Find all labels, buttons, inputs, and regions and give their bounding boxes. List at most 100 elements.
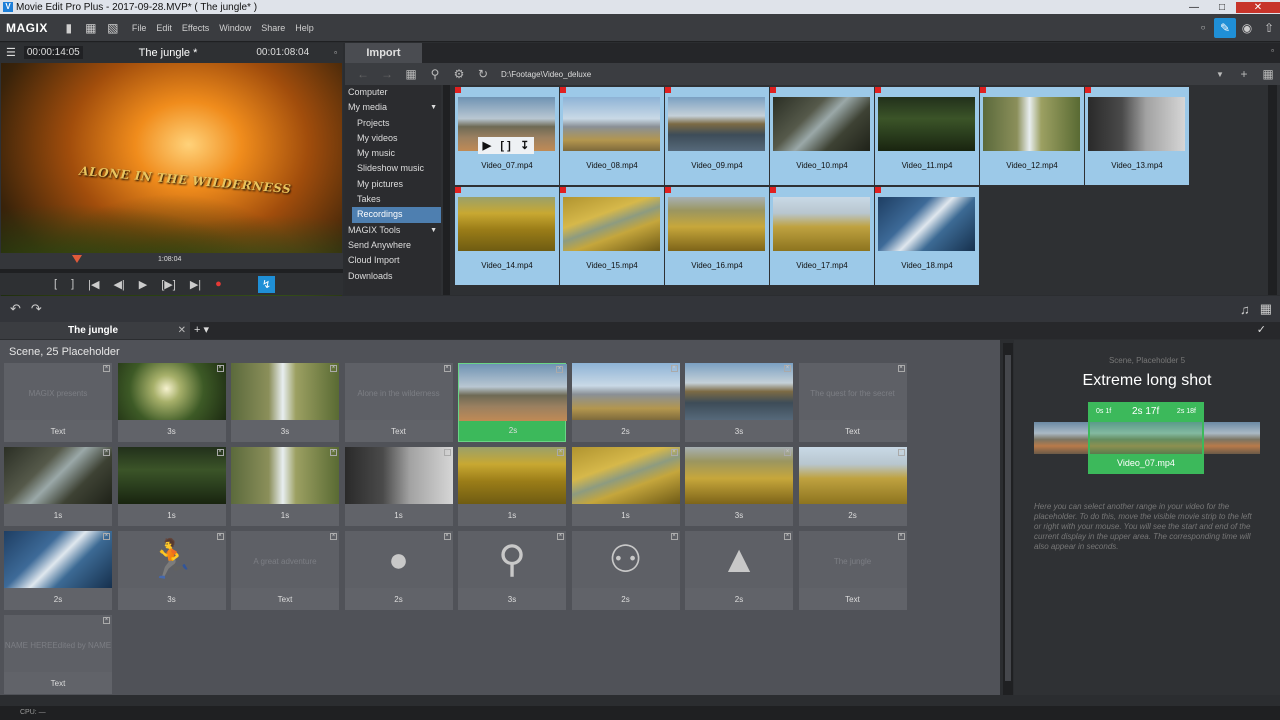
placeholder-card[interactable]: × 1s bbox=[4, 447, 112, 526]
range-icon[interactable]: [ ] bbox=[500, 140, 510, 152]
play-range-button[interactable]: [▶] bbox=[161, 278, 176, 291]
remove-icon[interactable]: × bbox=[216, 533, 224, 540]
back-icon[interactable]: ← bbox=[351, 67, 375, 81]
prev-marker-button[interactable]: |◀ bbox=[88, 278, 99, 291]
media-clip[interactable]: Video_07.mp4 ▶ [ ] ↧ bbox=[455, 87, 559, 185]
tree-item-my-music[interactable]: My music bbox=[345, 146, 441, 161]
tab-the-jungle[interactable]: The jungle ✕ bbox=[0, 322, 190, 339]
placeholder-card[interactable]: ⚲ × 3s bbox=[458, 531, 566, 610]
tree-item-my-media[interactable]: My media ▼ bbox=[345, 100, 441, 115]
folder-path[interactable]: D:\Footage\Video_deluxe bbox=[501, 70, 591, 79]
media-clip[interactable]: Video_15.mp4 bbox=[560, 187, 664, 285]
tree-item-projects[interactable]: Projects bbox=[345, 116, 441, 131]
placeholder-card[interactable]: × 2s bbox=[571, 363, 680, 442]
remove-icon[interactable]: × bbox=[897, 365, 905, 372]
record-button[interactable]: ● bbox=[215, 278, 222, 290]
tree-item-my-videos[interactable]: My videos bbox=[345, 131, 441, 146]
placeholder-card[interactable]: × 3s bbox=[685, 363, 793, 442]
close-tab-icon[interactable]: ✕ bbox=[178, 322, 186, 339]
placeholder-card[interactable]: × 2s bbox=[4, 531, 112, 610]
placeholder-card[interactable]: The jungle × Text bbox=[798, 531, 907, 610]
clip-thumbnail[interactable] bbox=[563, 197, 660, 251]
placeholder-card[interactable]: × 2s bbox=[458, 363, 567, 442]
menu-share[interactable]: Share bbox=[261, 23, 285, 33]
tree-item-my-pictures[interactable]: My pictures bbox=[345, 177, 441, 192]
mark-out-button[interactable]: ] bbox=[71, 278, 74, 290]
tree-item-magix-tools[interactable]: MAGIX Tools ▼ bbox=[345, 223, 441, 238]
clip-thumbnail[interactable] bbox=[1088, 97, 1185, 151]
remove-icon[interactable]: × bbox=[216, 449, 224, 456]
tree-item-cloud-import[interactable]: Cloud Import bbox=[345, 253, 441, 268]
forward-icon[interactable]: → bbox=[375, 67, 399, 81]
clip-hover-controls[interactable]: ▶ [ ] ↧ bbox=[478, 137, 534, 154]
playhead-marker[interactable] bbox=[72, 255, 82, 263]
remove-icon[interactable]: × bbox=[784, 365, 791, 372]
placeholder-card[interactable]: ⚇ × 2s bbox=[571, 531, 680, 610]
minimize-button[interactable]: — bbox=[1180, 2, 1208, 13]
placeholder-card[interactable]: × 1s bbox=[344, 447, 453, 526]
clip-thumbnail[interactable] bbox=[983, 97, 1080, 151]
tree-item-recordings[interactable]: Recordings bbox=[352, 207, 441, 223]
clip-thumbnail[interactable] bbox=[773, 197, 870, 251]
add-tab-icon[interactable]: + ▾ bbox=[194, 323, 209, 336]
remove-icon[interactable]: × bbox=[330, 533, 337, 540]
chevron-down-icon[interactable]: ▼ bbox=[430, 223, 437, 238]
media-clip[interactable]: Video_08.mp4 bbox=[560, 87, 664, 185]
media-clip[interactable]: Video_13.mp4 bbox=[1085, 87, 1189, 185]
tab-import[interactable]: Import bbox=[345, 43, 422, 63]
menu-icon[interactable]: ☰ bbox=[6, 46, 16, 59]
placeholder-card[interactable]: × 2s bbox=[798, 447, 907, 526]
clip-thumbnail[interactable] bbox=[668, 197, 765, 251]
grid-view-icon[interactable]: ▦ bbox=[1256, 67, 1280, 81]
remove-icon[interactable]: × bbox=[330, 365, 337, 372]
remove-icon[interactable]: × bbox=[103, 533, 110, 540]
play-button[interactable]: ▶ bbox=[139, 278, 147, 291]
next-marker-button[interactable]: ▶| bbox=[190, 278, 201, 291]
media-clip[interactable]: Video_16.mp4 bbox=[665, 187, 769, 285]
step-back-button[interactable]: ◀| bbox=[113, 278, 124, 291]
media-clip[interactable]: Video_18.mp4 bbox=[875, 187, 979, 285]
position-ruler[interactable]: 1:08:04 bbox=[0, 253, 343, 269]
play-icon[interactable]: ▶ bbox=[483, 139, 491, 152]
placeholder-card[interactable]: × 1s bbox=[571, 447, 680, 526]
view-icon[interactable]: ▦ bbox=[399, 67, 423, 81]
save-icon[interactable]: ▧ bbox=[102, 21, 124, 35]
remove-icon[interactable]: × bbox=[556, 366, 563, 373]
tree-item-slideshow-music[interactable]: Slideshow music bbox=[345, 161, 441, 176]
placeholder-card[interactable]: × 3s bbox=[231, 363, 339, 442]
storyboard-scrollbar[interactable] bbox=[1003, 343, 1013, 695]
placeholder-card[interactable]: × 1s bbox=[231, 447, 339, 526]
remove-icon[interactable]: × bbox=[443, 533, 451, 540]
add-icon[interactable]: + bbox=[1232, 67, 1256, 81]
dot-icon[interactable]: ○ bbox=[1192, 18, 1214, 38]
disc-icon[interactable]: ◉ bbox=[1236, 18, 1258, 38]
open-folder-icon[interactable]: ▦ bbox=[80, 21, 102, 35]
tree-item-computer[interactable]: Computer bbox=[345, 85, 441, 100]
remove-icon[interactable]: × bbox=[897, 533, 905, 540]
media-clip[interactable]: Video_14.mp4 bbox=[455, 187, 559, 285]
media-clip[interactable]: Video_11.mp4 bbox=[875, 87, 979, 185]
media-clip[interactable]: Video_17.mp4 bbox=[770, 187, 874, 285]
refresh-icon[interactable]: ↻ bbox=[471, 67, 495, 81]
redo-icon[interactable]: ↷ bbox=[31, 301, 42, 317]
placeholder-card[interactable]: MAGIX presents × Text bbox=[4, 363, 112, 442]
placeholder-card[interactable]: Alone in the wilderness × Text bbox=[344, 363, 453, 442]
remove-icon[interactable]: × bbox=[330, 449, 337, 456]
chevron-down-icon[interactable]: ▼ bbox=[1208, 70, 1232, 79]
remove-icon[interactable]: × bbox=[103, 365, 110, 372]
clip-thumbnail[interactable] bbox=[878, 97, 975, 151]
menu-edit[interactable]: Edit bbox=[156, 23, 172, 33]
movie-mode-icon[interactable]: ✎ bbox=[1214, 17, 1236, 38]
chevron-down-icon[interactable]: ▼ bbox=[430, 100, 437, 115]
menu-help[interactable]: Help bbox=[295, 23, 314, 33]
remove-icon[interactable]: × bbox=[216, 365, 224, 372]
placeholder-card[interactable]: ● × 2s bbox=[344, 531, 453, 610]
close-button[interactable]: ✕ bbox=[1236, 1, 1280, 13]
remove-icon[interactable]: × bbox=[443, 365, 451, 372]
scrollbar-thumb[interactable] bbox=[1005, 355, 1011, 681]
placeholder-card[interactable]: × 3s bbox=[117, 363, 226, 442]
clip-thumbnail[interactable] bbox=[563, 97, 660, 151]
new-file-icon[interactable]: ▮ bbox=[58, 21, 80, 35]
placeholder-card[interactable]: NAME HEREEdited by NAME × Text bbox=[4, 615, 112, 694]
remove-icon[interactable]: × bbox=[103, 449, 110, 456]
